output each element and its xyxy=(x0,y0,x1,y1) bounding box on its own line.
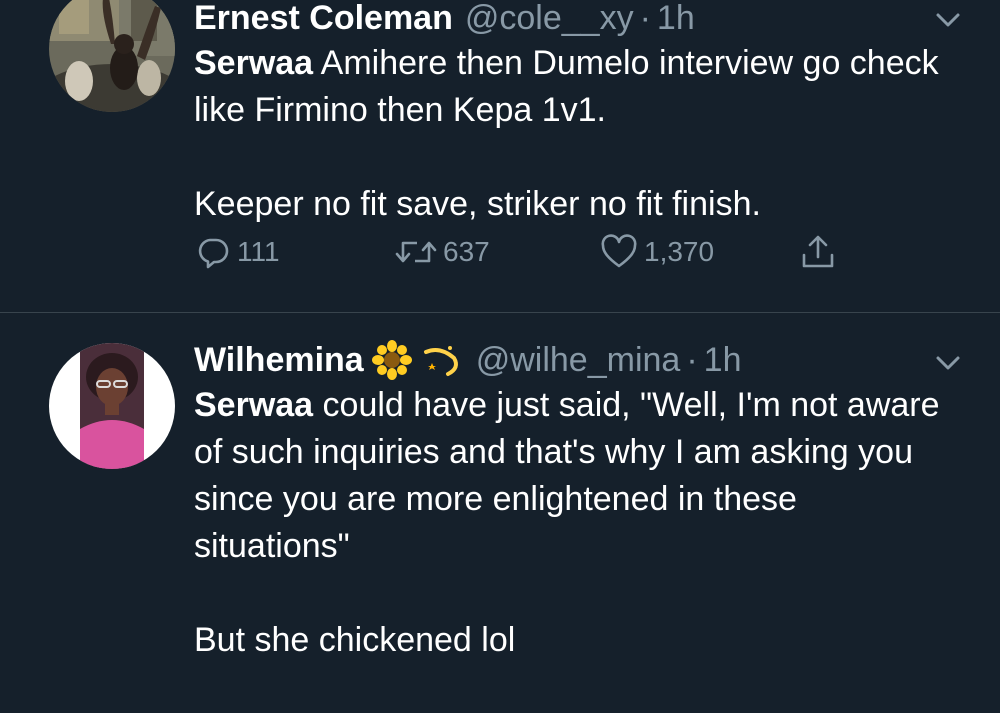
tweet-actions: 111 637 1,370 xyxy=(195,232,855,272)
timestamp[interactable]: 1h xyxy=(704,338,742,382)
share-icon xyxy=(802,235,834,268)
sunflower-emoji xyxy=(371,340,412,380)
reply-icon xyxy=(198,238,229,269)
reply-button[interactable]: 111 xyxy=(195,232,280,272)
tweet-text: Serwaa could have just said, "Well, I'm … xyxy=(194,382,960,664)
like-button[interactable]: 1,370 xyxy=(600,232,714,272)
tweet-header: Wilhemina @wilhe_mina · 1h xyxy=(194,338,960,382)
like-icon xyxy=(601,234,637,268)
tweet-text-body: could have just said, "Well, I'm not awa… xyxy=(194,386,940,659)
mention-name[interactable]: Serwaa xyxy=(194,44,313,82)
retweet-button[interactable]: 637 xyxy=(395,232,490,272)
separator-dot: · xyxy=(639,0,651,37)
avatar[interactable] xyxy=(49,0,175,112)
tweet-header: Ernest Coleman @cole__xy · 1h xyxy=(194,0,960,40)
tweet-text: Serwaa Amihere then Dumelo interview go … xyxy=(194,40,960,228)
retweet-icon xyxy=(395,241,437,263)
avatar[interactable] xyxy=(49,343,175,469)
chevron-down-icon[interactable] xyxy=(932,347,964,379)
author-name[interactable]: Wilhemina xyxy=(194,338,364,382)
mention-name[interactable]: Serwaa xyxy=(194,386,313,424)
tweet[interactable]: Ernest Coleman @cole__xy · 1h Serwaa Ami… xyxy=(0,0,1000,312)
author-handle[interactable]: @cole__xy xyxy=(465,0,634,40)
author-handle[interactable]: @wilhe_mina xyxy=(476,338,681,382)
share-button[interactable] xyxy=(800,232,842,272)
dizzy-emoji xyxy=(420,340,460,380)
separator-dot: · xyxy=(686,341,698,379)
retweet-count: 637 xyxy=(443,236,490,267)
chevron-down-icon[interactable] xyxy=(932,4,964,36)
timestamp[interactable]: 1h xyxy=(657,0,695,40)
like-count: 1,370 xyxy=(644,236,715,267)
reply-count: 111 xyxy=(237,236,280,267)
author-name[interactable]: Ernest Coleman xyxy=(194,0,453,40)
tweet[interactable]: Wilhemina @wilhe_mina · 1h Serwaa could … xyxy=(0,313,1000,713)
